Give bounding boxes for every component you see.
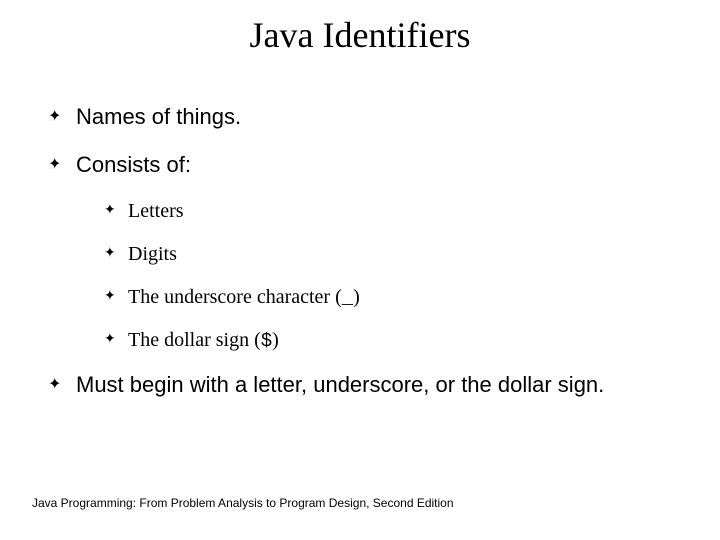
bullet-text: Must begin with a letter, underscore, or…: [76, 372, 604, 398]
slide-title: Java Identifiers: [0, 14, 720, 56]
sub-bullet-item: ✦ Digits: [104, 243, 688, 266]
bullet-icon: ✦: [48, 152, 76, 178]
bullet-icon: ✦: [48, 104, 76, 130]
slide-body: ✦ Names of things. ✦ Consists of: ✦ Lett…: [48, 104, 688, 420]
bullet-text: Names of things.: [76, 104, 241, 130]
bullet-item: ✦ Names of things.: [48, 104, 688, 130]
bullet-icon: ✦: [104, 243, 128, 265]
sub-bullet-list: ✦ Letters ✦ Digits ✦ The underscore char…: [104, 200, 688, 352]
sub-bullet-text: The underscore character (_): [128, 286, 360, 309]
sub-bullet-text: Letters: [128, 200, 184, 223]
sub-bullet-item: ✦ The underscore character (_): [104, 286, 688, 309]
bullet-text: Consists of:: [76, 152, 191, 178]
sub-bullet-item: ✦ The dollar sign ($): [104, 329, 688, 352]
slide: Java Identifiers ✦ Names of things. ✦ Co…: [0, 0, 720, 540]
bullet-item: ✦ Must begin with a letter, underscore, …: [48, 372, 688, 398]
sub-bullet-text: Digits: [128, 243, 177, 266]
bullet-icon: ✦: [104, 200, 128, 222]
bullet-item: ✦ Consists of:: [48, 152, 688, 178]
sub-bullet-text: The dollar sign ($): [128, 329, 279, 352]
bullet-icon: ✦: [104, 329, 128, 351]
slide-footer: Java Programming: From Problem Analysis …: [32, 496, 454, 510]
bullet-icon: ✦: [48, 372, 76, 398]
sub-bullet-item: ✦ Letters: [104, 200, 688, 223]
bullet-icon: ✦: [104, 286, 128, 308]
